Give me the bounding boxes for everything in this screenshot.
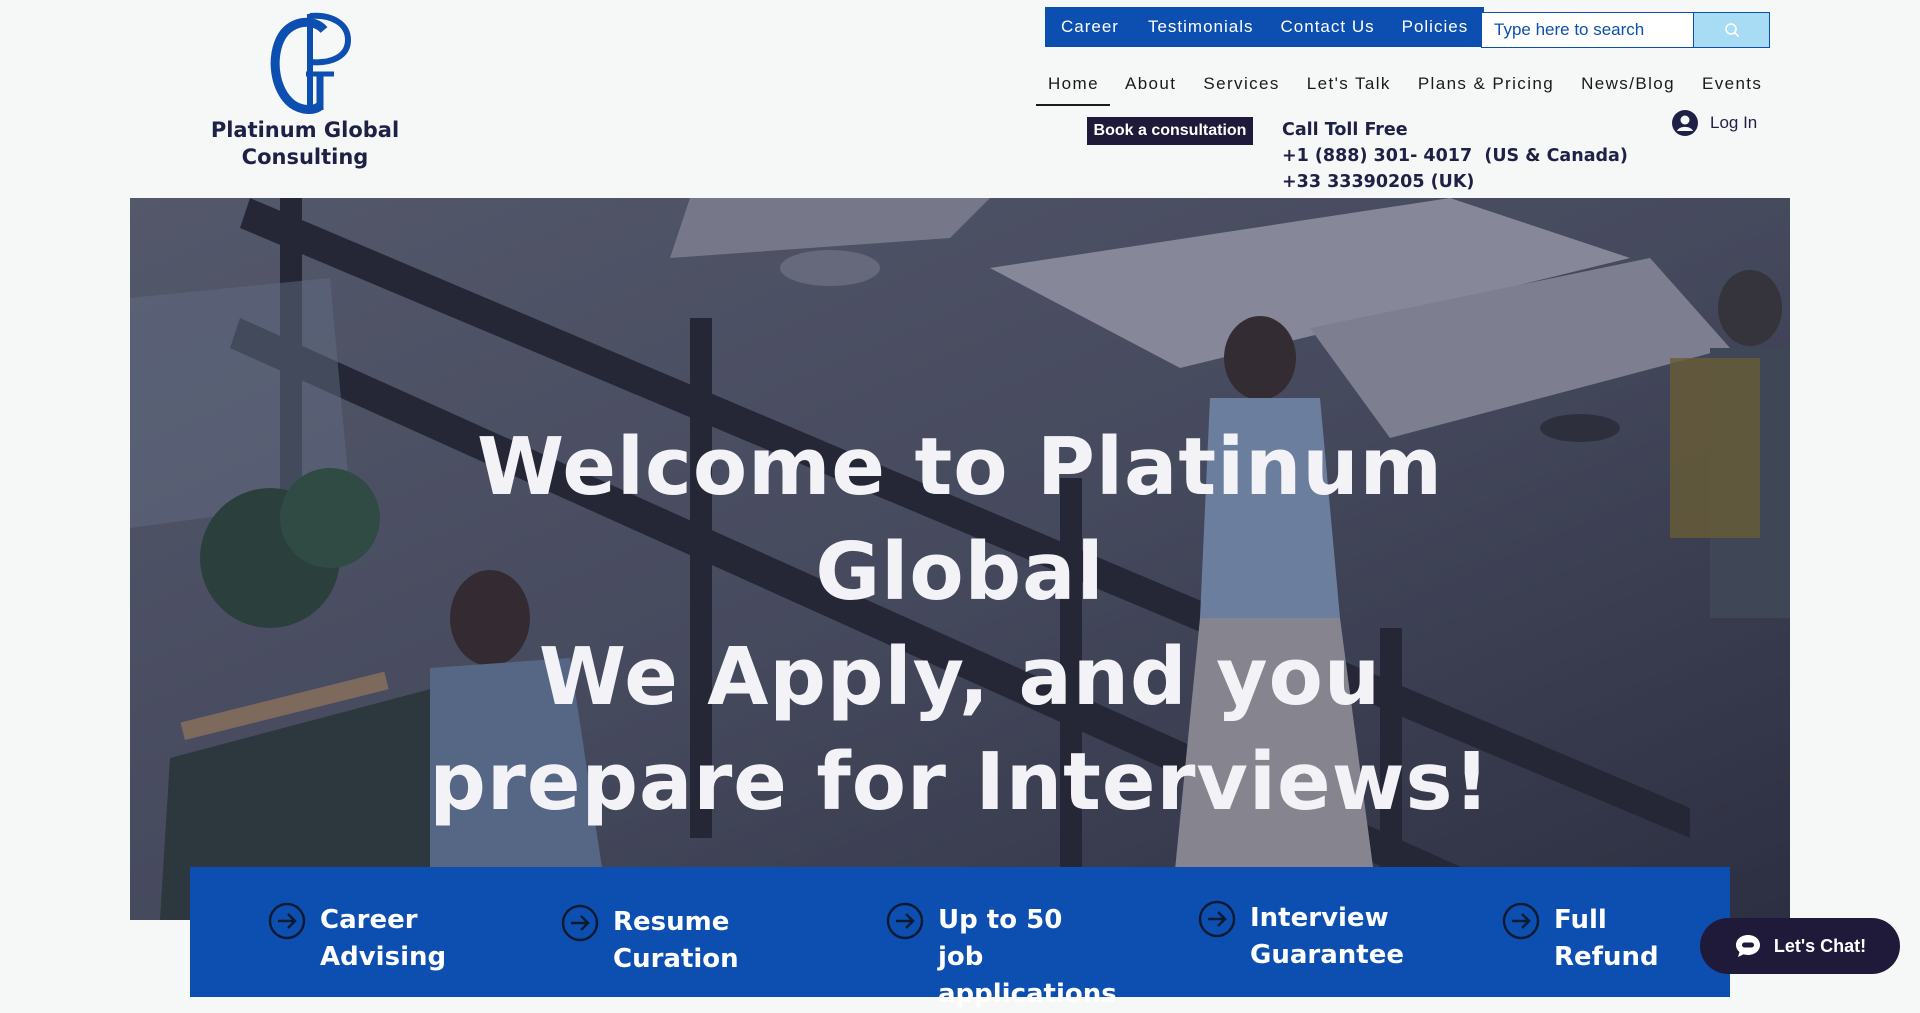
hero-line-2: Global [815, 526, 1105, 618]
service-job-applications[interactable]: Up to 50 job applications [886, 902, 1117, 1013]
nav-news-blog[interactable]: News/Blog [1565, 66, 1686, 106]
nav-about[interactable]: About [1110, 66, 1187, 106]
top-menu-career[interactable]: Career [1051, 7, 1129, 47]
toll-free-info: Call Toll Free +1 (888) 301- 4017 (US & … [1282, 117, 1628, 195]
search-box [1481, 12, 1770, 48]
chat-bubble-icon [1735, 935, 1760, 957]
hero-banner: Welcome to Platinum Global We Apply, and… [130, 198, 1790, 920]
brand-line-1: Platinum Global [210, 118, 400, 142]
services-strip: Career Advising Resume Curation Up to 50… [190, 867, 1730, 1009]
nav-services[interactable]: Services [1187, 66, 1290, 106]
hero-line-3: We Apply, and you [538, 631, 1382, 723]
service-interview-guarantee[interactable]: Interview Guarantee [1198, 900, 1404, 974]
pg-monogram-icon[interactable] [262, 12, 352, 114]
hero-line-4: prepare for Interviews! [429, 736, 1491, 828]
toll-free-title: Call Toll Free [1282, 120, 1408, 140]
top-menu: Career Testimonials Contact Us Policies [1045, 7, 1485, 47]
search-button[interactable] [1693, 13, 1769, 47]
service-label: Career Advising [320, 905, 447, 972]
service-label: Interview Guarantee [1250, 903, 1404, 970]
chat-label: Let's Chat! [1773, 935, 1867, 956]
arrow-right-circle-icon [561, 904, 599, 942]
service-resume-curation[interactable]: Resume Curation [561, 904, 739, 978]
main-nav: Home About Services Let's Talk Plans & P… [1036, 66, 1773, 106]
hero-line-1: Welcome to Platinum [477, 421, 1443, 513]
top-menu-contact-us[interactable]: Contact Us [1264, 7, 1385, 47]
arrow-right-circle-icon [886, 902, 924, 940]
hero-headline: Welcome to Platinum Global We Apply, and… [130, 415, 1790, 835]
top-menu-policies[interactable]: Policies [1385, 7, 1479, 47]
service-full-refund[interactable]: Full Refund [1502, 902, 1659, 976]
toll-free-us[interactable]: +1 (888) 301- 4017 (US & Canada) [1282, 143, 1628, 169]
nav-home[interactable]: Home [1036, 66, 1110, 106]
service-label: Up to 50 job applications [938, 905, 1117, 1009]
nav-lets-talk[interactable]: Let's Talk [1291, 66, 1402, 106]
arrow-right-circle-icon [1502, 902, 1540, 940]
book-consultation-button[interactable]: Book a consultation [1087, 117, 1253, 145]
toll-free-uk[interactable]: +33 33390205 (UK) [1282, 169, 1628, 195]
search-input[interactable] [1482, 13, 1693, 47]
top-menu-testimonials[interactable]: Testimonials [1129, 7, 1264, 47]
login-button[interactable]: Log In [1672, 110, 1757, 136]
service-label: Resume Curation [613, 907, 739, 974]
arrow-right-circle-icon [1198, 900, 1236, 938]
login-label: Log In [1710, 113, 1758, 132]
brand-name[interactable]: Platinum Global Consulting [205, 117, 405, 171]
brand-line-2: Consulting [241, 145, 369, 169]
nav-events[interactable]: Events [1686, 66, 1773, 106]
arrow-right-circle-icon [268, 902, 306, 940]
search-icon [1724, 23, 1739, 38]
nav-plans-pricing[interactable]: Plans & Pricing [1402, 66, 1565, 106]
lets-chat-button[interactable]: Let's Chat! [1700, 918, 1900, 974]
user-avatar-icon [1672, 110, 1698, 136]
service-career-advising[interactable]: Career Advising [268, 902, 446, 976]
service-label: Full Refund [1554, 905, 1659, 972]
